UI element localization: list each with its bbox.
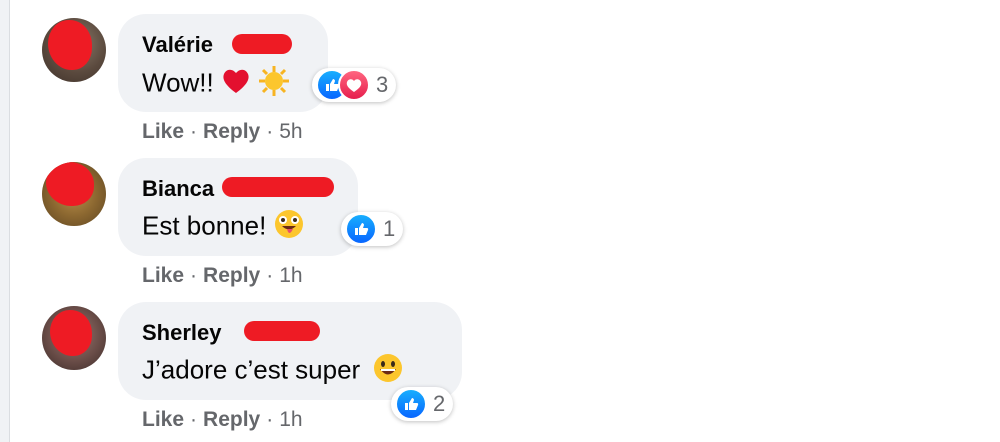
comment-author[interactable]: Sherley — [142, 320, 222, 346]
comment-text-body: Est bonne! — [142, 210, 267, 241]
reaction-summary[interactable]: 2 — [391, 387, 454, 421]
love-reaction-icon — [338, 69, 370, 101]
author-name[interactable]: Valérie — [142, 32, 213, 57]
comment-author[interactable]: Bianca — [142, 176, 214, 202]
comment-bubble: Bianca Est bonne! — [118, 158, 358, 256]
comment-bubble: Sherley J’adore c’est super — [118, 302, 462, 400]
like-reaction-icon — [395, 388, 427, 420]
comment-text-body: Wow!! — [142, 67, 214, 98]
reaction-summary[interactable]: 3 — [312, 68, 397, 102]
grinning-face-icon — [373, 353, 403, 390]
avatar[interactable] — [42, 162, 106, 226]
author-name[interactable]: Bianca — [142, 176, 214, 201]
separator: · — [266, 264, 274, 287]
avatar[interactable] — [42, 18, 106, 82]
reaction-count: 2 — [433, 391, 446, 416]
comment-author[interactable]: Valérie — [142, 32, 213, 58]
like-button[interactable]: Like — [142, 264, 184, 287]
reaction-summary[interactable]: 1 — [341, 212, 404, 246]
reply-button[interactable]: Reply — [203, 120, 260, 143]
separator: · — [190, 408, 198, 431]
timestamp[interactable]: 5h — [279, 120, 302, 143]
avatar[interactable] — [42, 306, 106, 370]
redaction-mark — [48, 20, 92, 70]
comment-bubble: Valérie Wow!! — [118, 14, 328, 112]
like-button[interactable]: Like — [142, 120, 184, 143]
comment-text-body: J’adore c’est super — [142, 354, 361, 385]
name-redaction — [244, 321, 320, 341]
comment-text: Est bonne! — [142, 209, 304, 246]
timestamp[interactable]: 1h — [279, 264, 302, 287]
comment-actions: Like · Reply · 1h — [142, 264, 303, 288]
separator: · — [190, 120, 198, 143]
name-redaction — [222, 177, 334, 197]
comment-text: Wow!! — [142, 65, 290, 104]
left-panel-edge — [0, 0, 10, 442]
zany-face-icon — [274, 209, 304, 246]
red-heart-icon — [221, 67, 251, 102]
like-button[interactable]: Like — [142, 408, 184, 431]
separator: · — [266, 120, 274, 143]
timestamp[interactable]: 1h — [279, 408, 302, 431]
author-name[interactable]: Sherley — [142, 320, 222, 345]
reaction-count: 1 — [383, 216, 396, 241]
redaction-mark — [46, 162, 94, 206]
comment-actions: Like · Reply · 1h — [142, 408, 303, 432]
name-redaction — [232, 34, 292, 54]
sun-icon — [258, 65, 290, 104]
reaction-count: 3 — [376, 72, 389, 97]
reply-button[interactable]: Reply — [203, 264, 260, 287]
comment-text: J’adore c’est super — [142, 353, 403, 390]
separator: · — [190, 264, 198, 287]
reply-button[interactable]: Reply — [203, 408, 260, 431]
separator: · — [266, 408, 274, 431]
redaction-mark — [50, 310, 92, 356]
comment-actions: Like · Reply · 5h — [142, 120, 303, 144]
like-reaction-icon — [345, 213, 377, 245]
